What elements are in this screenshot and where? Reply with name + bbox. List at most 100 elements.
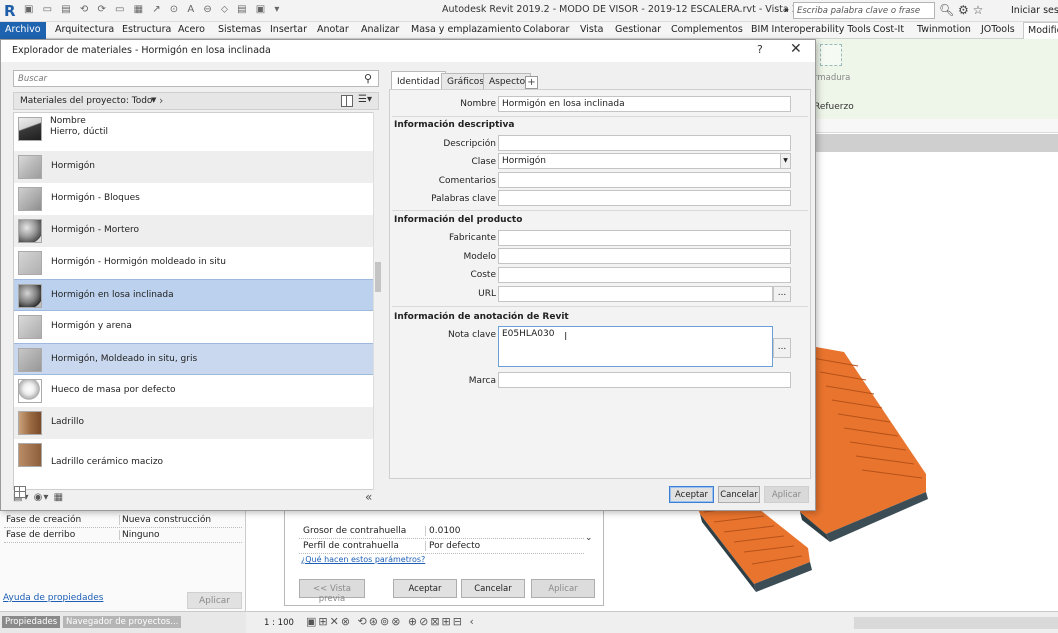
nota-clave-label: Nota clave bbox=[448, 330, 496, 340]
quick-access-toolbar[interactable]: ▣ ▭ ▤ ⟲ ⟳ ▭ ▦ ↗ ⊙ A ⊖ ⬦ ▤ ▣ ▾ bbox=[24, 4, 282, 15]
list-item[interactable]: Hormigón - Bloques bbox=[14, 183, 376, 215]
help-button[interactable]: ? bbox=[757, 43, 763, 56]
scrollbar-thumb[interactable] bbox=[375, 262, 381, 292]
preview-button[interactable]: << Vista previa bbox=[299, 579, 365, 604]
tab-modificar[interactable]: Modific bbox=[1023, 22, 1058, 39]
property-row[interactable]: Fase de creación Nueva construcción bbox=[4, 513, 242, 528]
tab-project-browser[interactable]: Navegador de proyectos... bbox=[63, 616, 182, 628]
tab-twinmotion[interactable]: Twinmotion bbox=[917, 24, 971, 35]
divider bbox=[392, 210, 808, 211]
collapse-library-icon[interactable]: « bbox=[365, 490, 372, 504]
chevron-down-icon[interactable]: ▼ bbox=[780, 154, 790, 168]
rebar-icon[interactable] bbox=[820, 44, 842, 66]
material-browser-titlebar[interactable]: Explorador de materiales - Hormigón en l… bbox=[1, 40, 815, 62]
tab-colaborar[interactable]: Colaborar bbox=[523, 24, 569, 35]
tab-acero[interactable]: Acero bbox=[178, 24, 205, 35]
coste-field[interactable] bbox=[498, 267, 791, 283]
list-item-selected[interactable]: Hormigón en losa inclinada bbox=[14, 279, 376, 311]
tab-jotools[interactable]: JOTools bbox=[981, 24, 1015, 35]
clase-select[interactable]: Hormigón ▼ bbox=[498, 153, 791, 169]
url-browse-button[interactable]: ... bbox=[773, 286, 791, 302]
property-key: Fase de creación bbox=[6, 515, 82, 525]
palabras-clave-field[interactable] bbox=[498, 190, 791, 206]
property-value[interactable]: Nueva construcción bbox=[119, 515, 239, 525]
view-scale[interactable]: 1 : 100 bbox=[264, 618, 294, 628]
list-item[interactable]: Hueco de masa por defecto bbox=[14, 375, 376, 407]
list-item[interactable]: Ladrillo cerámico macizo bbox=[14, 439, 376, 471]
type-cancel-button[interactable]: Cancelar bbox=[461, 579, 525, 598]
properties-apply-button[interactable]: Aplicar bbox=[187, 592, 242, 609]
column-header-name[interactable]: Nombre bbox=[50, 116, 86, 126]
tab-identidad[interactable]: Identidad bbox=[391, 71, 446, 90]
list-view-icon[interactable]: ☰▾ bbox=[358, 94, 372, 105]
comentarios-field[interactable] bbox=[498, 172, 791, 188]
type-property-row[interactable]: Perfil de contrahuella Por defecto bbox=[299, 539, 584, 554]
tab-aspecto[interactable]: Aspecto bbox=[483, 73, 532, 90]
material-name: Ladrillo cerámico macizo bbox=[51, 457, 164, 467]
tab-anotar[interactable]: Anotar bbox=[317, 24, 349, 35]
list-item[interactable]: Nombre Hierro, dúctil bbox=[14, 113, 376, 145]
tab-archivo[interactable]: Archivo bbox=[0, 22, 46, 39]
properties-help-link[interactable]: Ayuda de propiedades bbox=[3, 593, 103, 603]
material-search-input[interactable]: Buscar ⚲ bbox=[13, 70, 379, 87]
status-scrollbar[interactable] bbox=[854, 617, 1058, 629]
add-asset-icon[interactable]: + bbox=[525, 76, 538, 89]
tab-properties[interactable]: Propiedades bbox=[2, 616, 61, 628]
signin-button[interactable]: Iniciar sesi bbox=[1011, 5, 1058, 16]
fabricante-field[interactable] bbox=[498, 230, 791, 246]
url-field[interactable] bbox=[498, 286, 773, 302]
tab-masa[interactable]: Masa y emplazamiento bbox=[411, 24, 521, 35]
panel-toggle-icon[interactable] bbox=[341, 95, 353, 107]
library-toolbar: ▤▾ ◉▾ ▦ « bbox=[13, 490, 379, 506]
ok-button[interactable]: Aceptar bbox=[669, 486, 714, 503]
list-item[interactable]: Hormigón bbox=[14, 151, 376, 183]
list-item[interactable]: Hormigón - Hormigón moldeado in situ bbox=[14, 247, 376, 279]
parameters-help-link[interactable]: ¿Qué hacen estos parámetros? bbox=[301, 555, 425, 564]
dialog-title: Explorador de materiales - Hormigón en l… bbox=[12, 45, 271, 56]
tab-estructura[interactable]: Estructura bbox=[122, 24, 171, 35]
tab-sistemas[interactable]: Sistemas bbox=[218, 24, 261, 35]
section-revit-annotation: Información de anotación de Revit bbox=[394, 312, 569, 322]
view-control-icons[interactable]: ▣⊞✕⊗ ⟲⊛⊚⊗ ⊕⊘⊠⊞⊟ ‹ bbox=[306, 615, 476, 628]
search-icon[interactable]: ⚲ bbox=[364, 72, 372, 85]
property-row[interactable]: Fase de derribo Ninguno bbox=[4, 528, 242, 543]
modelo-field[interactable] bbox=[498, 248, 791, 264]
cancel-button[interactable]: Cancelar bbox=[718, 486, 760, 503]
tab-gestionar[interactable]: Gestionar bbox=[615, 24, 661, 35]
library-panel-toggle-icon[interactable] bbox=[14, 486, 26, 498]
type-property-value[interactable]: 0.0100 bbox=[425, 526, 575, 536]
type-property-value[interactable]: Por defecto bbox=[425, 541, 575, 551]
search-expand-arrow-icon[interactable]: ▸ bbox=[785, 5, 789, 14]
nota-clave-field[interactable]: E05HLA030 bbox=[498, 326, 773, 367]
type-property-row[interactable]: Grosor de contrahuella 0.0100 bbox=[299, 524, 584, 539]
property-value[interactable]: Ninguno bbox=[119, 530, 239, 540]
list-item[interactable]: Hormigón y arena bbox=[14, 311, 376, 343]
list-item[interactable]: Ladrillo bbox=[14, 407, 376, 439]
name-field[interactable]: Hormigón en losa inclinada bbox=[498, 96, 791, 112]
keyword-search-input[interactable]: Escriba palabra clave o frase bbox=[793, 2, 935, 19]
material-list-scrollbar[interactable] bbox=[373, 112, 381, 490]
project-materials-filter[interactable]: Materiales del proyecto: Todo ▼ › ☰▾ bbox=[13, 92, 379, 110]
ribbon-panel-label: Refuerzo bbox=[814, 102, 854, 112]
revit-logo-icon[interactable]: R bbox=[4, 2, 16, 20]
tab-arquitectura[interactable]: Arquitectura bbox=[55, 24, 114, 35]
close-button[interactable]: ✕ bbox=[790, 41, 802, 57]
type-apply-button[interactable]: Aplicar bbox=[531, 579, 595, 598]
marca-field[interactable] bbox=[498, 372, 791, 388]
keynote-browse-button[interactable]: ... bbox=[773, 338, 791, 358]
tab-insertar[interactable]: Insertar bbox=[270, 24, 307, 35]
tab-complementos[interactable]: Complementos bbox=[671, 24, 743, 35]
tab-bim-interoperability[interactable]: BIM Interoperability Tools bbox=[751, 24, 871, 35]
type-ok-button[interactable]: Aceptar bbox=[393, 579, 457, 598]
tab-vista[interactable]: Vista bbox=[580, 24, 603, 35]
tab-analizar[interactable]: Analizar bbox=[361, 24, 399, 35]
list-item-highlighted[interactable]: Hormigón, Moldeado in situ, gris bbox=[14, 343, 376, 375]
apply-button[interactable]: Aplicar bbox=[764, 486, 809, 503]
tab-cost-it[interactable]: Cost-It bbox=[873, 24, 904, 35]
dropdown-arrow-icon[interactable]: ▼ bbox=[151, 96, 156, 104]
chevron-down-icon[interactable]: ⌄ bbox=[585, 533, 593, 543]
binoculars-icon[interactable]: 🔍︎ ⚙ ☆ bbox=[939, 3, 983, 17]
list-item[interactable]: Hormigón - Mortero bbox=[14, 215, 376, 247]
material-name: Hormigón y arena bbox=[51, 321, 132, 331]
descripcion-field[interactable] bbox=[498, 135, 791, 151]
